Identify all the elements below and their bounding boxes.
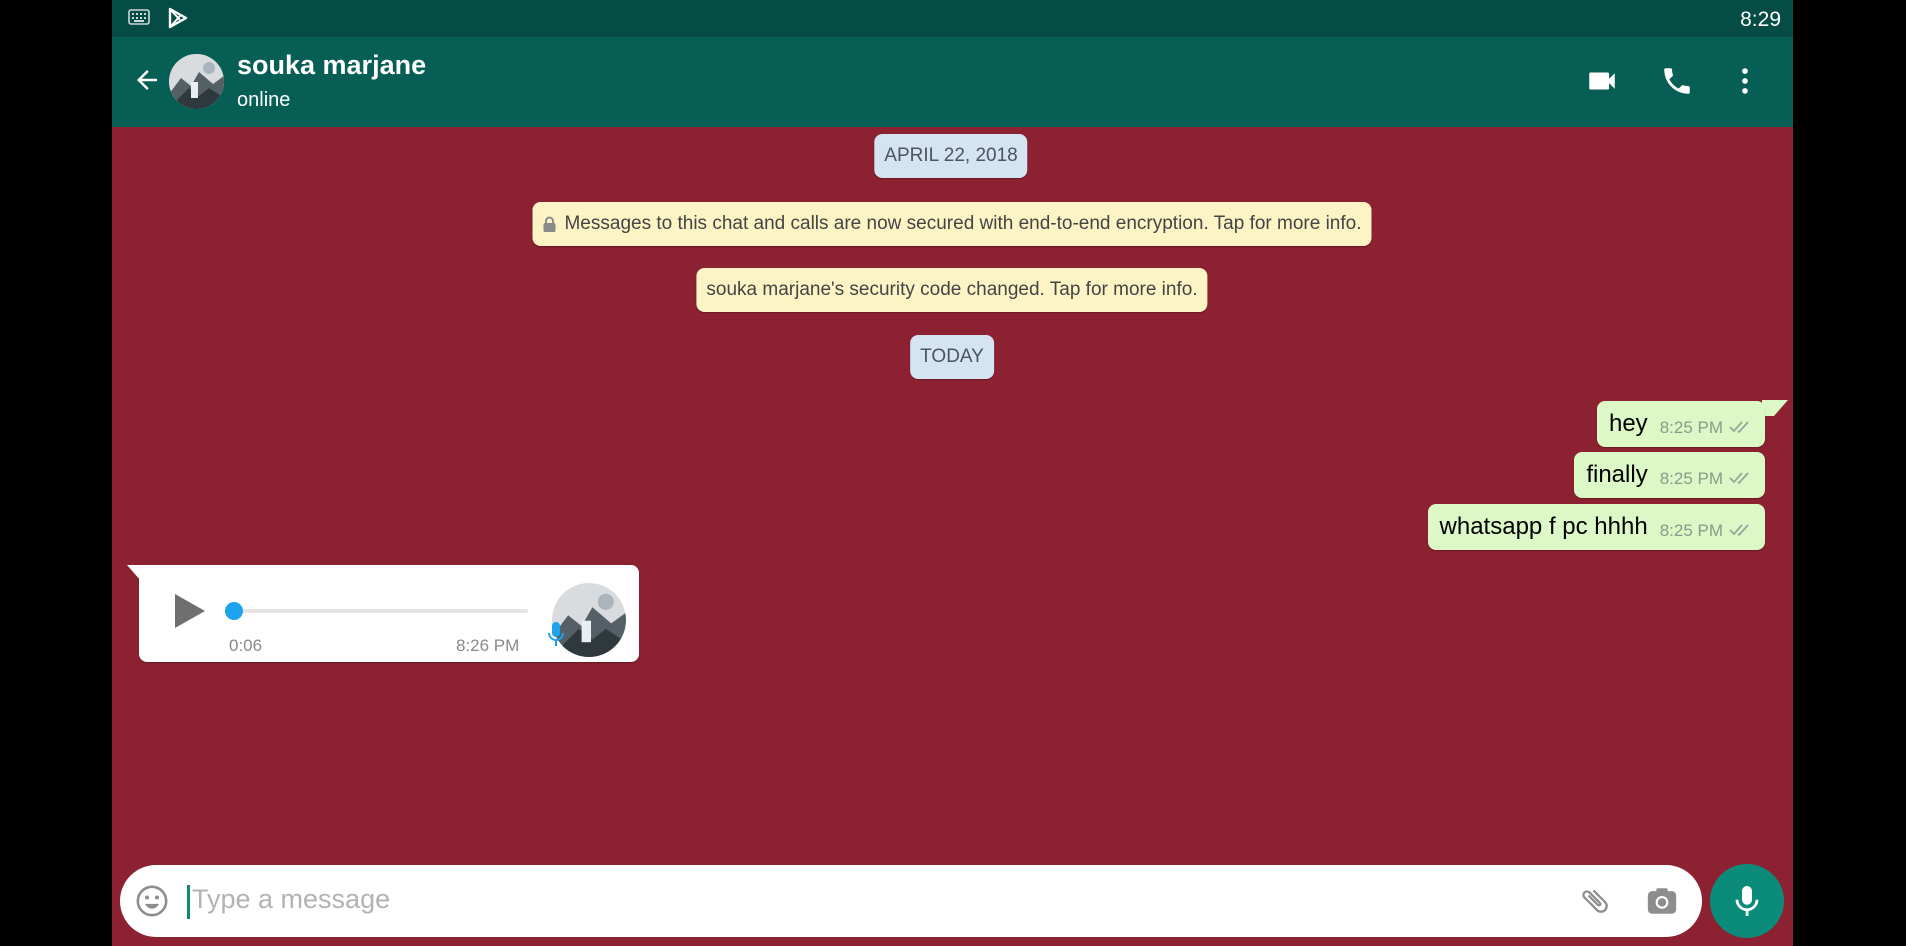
contact-avatar[interactable] bbox=[169, 54, 224, 109]
date-divider-today: TODAY bbox=[910, 335, 994, 379]
mic-icon bbox=[548, 622, 564, 646]
message-composer: Type a message bbox=[120, 865, 1702, 937]
voice-progress-track[interactable] bbox=[232, 609, 528, 613]
voice-call-icon[interactable] bbox=[1660, 64, 1694, 98]
security-code-notice-text: souka marjane's security code changed. T… bbox=[706, 279, 1198, 300]
message-input[interactable]: Type a message bbox=[192, 884, 390, 915]
message-text: whatsapp f pc hhhh bbox=[1439, 513, 1648, 540]
chat-screen: 8:29 souka marjane online APRIL 22, 2018… bbox=[112, 0, 1793, 946]
text-caret bbox=[187, 885, 190, 919]
security-code-notice[interactable]: souka marjane's security code changed. T… bbox=[696, 268, 1208, 312]
encryption-notice[interactable]: Messages to this chat and calls are now … bbox=[532, 202, 1372, 246]
attach-icon[interactable] bbox=[1578, 884, 1612, 918]
voice-duration: 0:06 bbox=[229, 636, 263, 655]
voice-message: 0:06 8:26 PM bbox=[139, 565, 639, 662]
date-divider: APRIL 22, 2018 bbox=[874, 134, 1028, 178]
outgoing-message[interactable]: whatsapp f pc hhhh 8:25 PM bbox=[1427, 504, 1765, 550]
message-time: 8:25 PM bbox=[1659, 418, 1723, 437]
message-text: finally bbox=[1586, 461, 1648, 488]
double-check-icon bbox=[1729, 421, 1749, 434]
status-bar: 8:29 bbox=[112, 0, 1793, 37]
record-voice-button[interactable] bbox=[1710, 864, 1784, 938]
outgoing-message[interactable]: hey 8:25 PM bbox=[1596, 401, 1765, 447]
date-divider-label: TODAY bbox=[920, 346, 984, 367]
date-divider-label: APRIL 22, 2018 bbox=[884, 145, 1018, 166]
contact-name[interactable]: souka marjane bbox=[237, 50, 426, 81]
bubble-tail bbox=[1762, 400, 1788, 416]
encryption-notice-text: Messages to this chat and calls are now … bbox=[564, 213, 1362, 234]
message-time: 8:25 PM bbox=[1659, 469, 1723, 488]
message-time: 8:25 PM bbox=[1659, 521, 1723, 540]
message-text: hey bbox=[1608, 410, 1648, 437]
contact-presence: online bbox=[237, 89, 291, 111]
voice-progress-knob[interactable] bbox=[225, 602, 243, 620]
outgoing-message[interactable]: finally 8:25 PM bbox=[1574, 452, 1765, 498]
video-call-icon[interactable] bbox=[1585, 64, 1619, 98]
mic-icon bbox=[1735, 886, 1759, 916]
chat-header: souka marjane online bbox=[112, 37, 1793, 127]
play-icon[interactable] bbox=[173, 592, 207, 630]
camera-icon[interactable] bbox=[1645, 884, 1679, 918]
voice-time: 8:26 PM bbox=[456, 636, 520, 655]
double-check-icon bbox=[1729, 472, 1749, 485]
double-check-icon bbox=[1729, 524, 1749, 537]
lock-icon bbox=[543, 216, 556, 232]
emoji-icon[interactable] bbox=[135, 884, 169, 918]
play-store-icon bbox=[168, 7, 188, 29]
back-arrow-icon[interactable] bbox=[132, 65, 162, 95]
status-time: 8:29 bbox=[1740, 8, 1781, 31]
more-options-icon[interactable] bbox=[1728, 64, 1762, 98]
keyboard-icon bbox=[128, 9, 150, 25]
